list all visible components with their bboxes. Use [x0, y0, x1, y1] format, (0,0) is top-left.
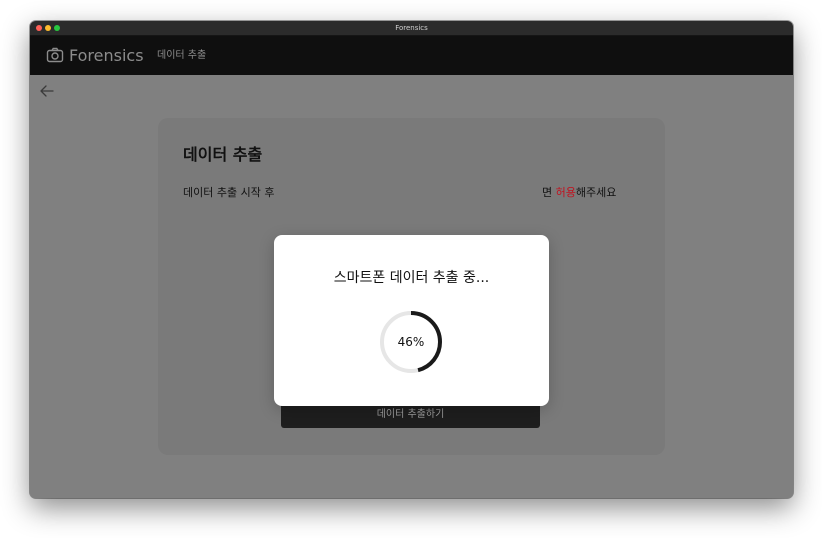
modal-title: 스마트폰 데이터 추출 중...	[333, 270, 490, 286]
instruction-text-start: 데이터 추출 시작 후	[183, 186, 275, 199]
window-title: Forensics	[395, 24, 428, 32]
camera-icon	[46, 46, 64, 64]
progress-percent: 46%	[397, 335, 425, 349]
progress-modal: 스마트폰 데이터 추출 중... 46%	[274, 235, 549, 406]
arrow-left-icon[interactable]	[39, 83, 55, 99]
instruction-allow-word: 허용	[555, 186, 576, 199]
instruction-tail: 해주세요	[575, 186, 617, 199]
instruction-text-end: 면 허용해주세요	[542, 185, 616, 201]
nav-data-extraction[interactable]: 데이터 추출	[157, 49, 206, 63]
app-brand[interactable]: Forensics	[69, 45, 144, 67]
main-content: 데이터 추출 데이터 추출 시작 후 면 허용해주세요 취소 허용 데이터 추출…	[30, 75, 793, 498]
title-bar: Forensics	[30, 21, 793, 36]
instruction-connector: 면	[542, 186, 556, 199]
app-window: Forensics Forensics 데이터 추출 데이터 추출 데이터 추출…	[30, 21, 793, 498]
card-title: 데이터 추출	[183, 145, 263, 164]
app-header: Forensics 데이터 추출	[30, 36, 793, 75]
